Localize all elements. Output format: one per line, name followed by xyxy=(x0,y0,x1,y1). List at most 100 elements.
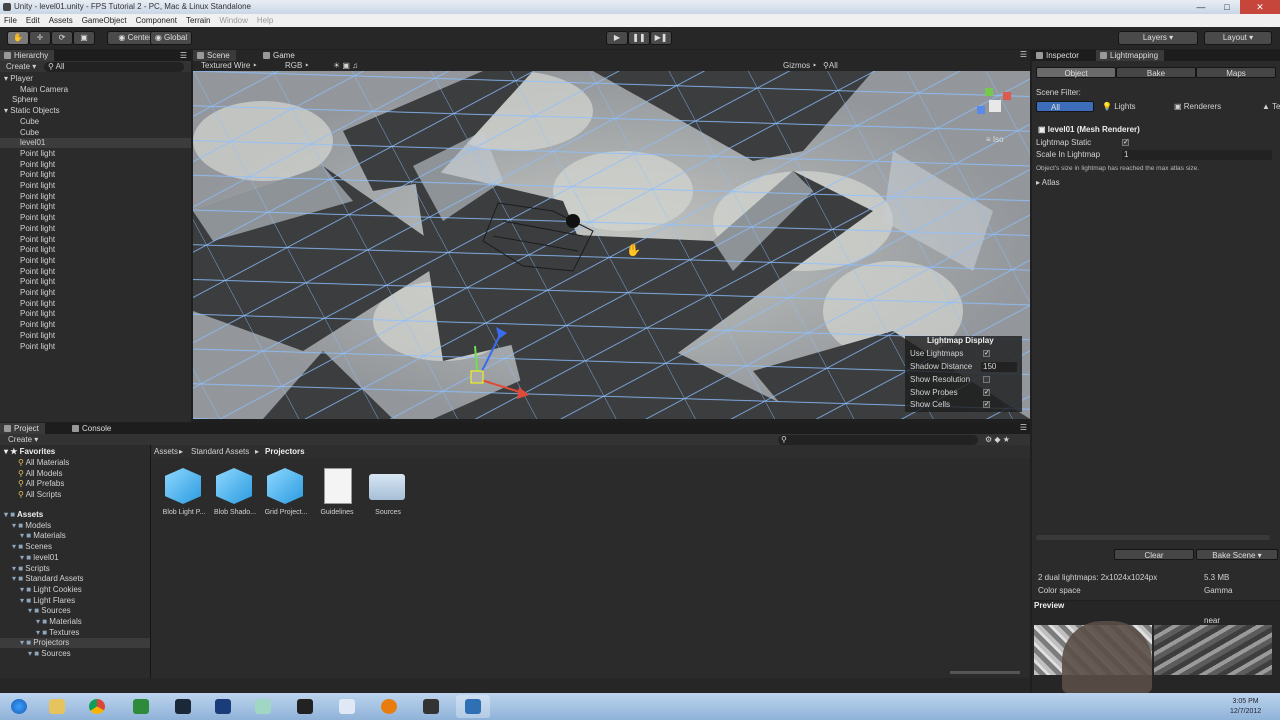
show-cells-checkbox[interactable]: ✓ xyxy=(983,401,990,408)
taskbar-blender[interactable] xyxy=(372,695,406,718)
hierarchy-item[interactable]: Cube xyxy=(0,117,191,127)
hierarchy-item[interactable]: Point light xyxy=(0,331,191,341)
asset-tile[interactable]: Blob Light P... xyxy=(159,468,209,528)
folder-tree-item[interactable]: ▾ ■ Scenes xyxy=(0,542,150,552)
lighting-toggle-icon[interactable]: ☀ ▣ ♫ xyxy=(333,61,358,71)
hierarchy-item[interactable]: Main Camera xyxy=(0,85,191,95)
hierarchy-search-input[interactable]: ⚲ All xyxy=(44,62,184,72)
filter-by-type-icon[interactable]: ⚙ ◆ ★ xyxy=(985,435,1010,445)
favorite-item[interactable]: ⚲ All Scripts xyxy=(18,490,61,500)
clear-button[interactable]: Clear xyxy=(1114,549,1194,560)
subtab-bake[interactable]: Bake xyxy=(1116,67,1196,78)
taskbar-steam[interactable] xyxy=(166,695,200,718)
folder-tree-item[interactable]: ▾ ■ Light Flares xyxy=(0,596,150,606)
tab-scene[interactable]: Scene xyxy=(193,50,236,61)
hierarchy-item[interactable]: Point light xyxy=(0,309,191,319)
scale-tool-button[interactable]: ▣ xyxy=(73,31,95,45)
taskbar-terminal[interactable] xyxy=(288,695,322,718)
favorites-header[interactable]: ▾ ★ Favorites xyxy=(4,447,55,457)
layout-dropdown[interactable]: Layout ▾ xyxy=(1204,31,1272,45)
folder-tree-item[interactable]: ▾ ■ level01 xyxy=(0,553,150,563)
filter-all-button[interactable]: All xyxy=(1036,101,1094,112)
render-mode-dropdown[interactable]: Textured Wire ‣ xyxy=(201,61,257,71)
hierarchy-item[interactable]: Point light xyxy=(0,181,191,191)
show-resolution-checkbox[interactable] xyxy=(983,376,990,383)
hierarchy-item[interactable]: Point light xyxy=(0,245,191,255)
hierarchy-item[interactable]: Point light xyxy=(0,160,191,170)
hierarchy-item[interactable]: Cube xyxy=(0,128,191,138)
tab-console[interactable]: Console xyxy=(68,423,117,434)
hierarchy-item[interactable]: Point light xyxy=(0,320,191,330)
hierarchy-create-button[interactable]: Create ▾ xyxy=(6,62,36,72)
clock[interactable]: 3:05 PM 12/7/2012 xyxy=(1230,697,1261,717)
taskbar-media[interactable] xyxy=(206,695,240,718)
breadcrumb-assets[interactable]: Assets xyxy=(154,447,178,457)
step-button[interactable]: ▶❚ xyxy=(650,31,672,45)
tab-lightmapping[interactable]: Lightmapping xyxy=(1096,50,1165,61)
scene-search-input[interactable]: ⚲All xyxy=(823,61,838,71)
hierarchy-item[interactable]: ▾ Static Objects xyxy=(0,106,191,116)
folder-tree-item[interactable]: ▾ ■ Materials xyxy=(0,617,150,627)
folder-tree-item[interactable]: ▾ ■ Projectors xyxy=(0,638,150,649)
hierarchy-item[interactable]: Point light xyxy=(0,267,191,277)
subtab-object[interactable]: Object xyxy=(1036,67,1116,78)
play-button[interactable]: ▶ xyxy=(606,31,628,45)
tab-inspector[interactable]: Inspector xyxy=(1032,50,1085,61)
menu-file[interactable]: File xyxy=(4,14,17,27)
favorite-item[interactable]: ⚲ All Models xyxy=(18,469,63,479)
menu-edit[interactable]: Edit xyxy=(26,14,40,27)
subtab-maps[interactable]: Maps xyxy=(1196,67,1276,78)
hierarchy-item[interactable]: Point light xyxy=(0,202,191,212)
minimize-button[interactable]: — xyxy=(1188,0,1214,14)
hierarchy-item[interactable]: Sphere xyxy=(0,95,191,105)
menu-terrain[interactable]: Terrain xyxy=(186,14,210,27)
tab-project[interactable]: Project xyxy=(0,423,45,434)
scene-gizmo-orientation[interactable] xyxy=(975,86,1015,126)
menu-assets[interactable]: Assets xyxy=(49,14,73,27)
tab-hierarchy[interactable]: Hierarchy xyxy=(0,50,55,61)
folder-tree-item[interactable]: ▾ ■ Textures xyxy=(0,628,150,638)
start-button[interactable] xyxy=(2,695,36,718)
menu-help[interactable]: Help xyxy=(257,14,273,27)
filter-lights-button[interactable]: 💡 Lights xyxy=(1102,102,1136,112)
show-probes-checkbox[interactable]: ✓ xyxy=(983,389,990,396)
hierarchy-item[interactable]: Point light xyxy=(0,149,191,159)
taskbar-excel[interactable] xyxy=(124,695,158,718)
folder-tree-item[interactable]: ▾ ■ Materials xyxy=(0,531,150,541)
panel-menu-icon[interactable]: ☰ xyxy=(180,51,187,61)
breadcrumb-projectors[interactable]: Projectors xyxy=(265,447,305,457)
taskbar-explorer[interactable] xyxy=(40,695,74,718)
scale-in-lightmap-field[interactable]: 1 xyxy=(1122,150,1272,160)
taskbar-unity[interactable] xyxy=(414,695,448,718)
folder-tree-item[interactable]: ▾ ■ Sources xyxy=(0,649,150,659)
menu-gameobject[interactable]: GameObject xyxy=(82,14,127,27)
player-sphere[interactable] xyxy=(566,214,580,228)
move-tool-button[interactable]: ✛ xyxy=(29,31,51,45)
menu-component[interactable]: Component xyxy=(136,14,177,27)
global-toggle[interactable]: ◉ Global xyxy=(150,31,192,45)
lightmap-static-checkbox[interactable]: ✓ xyxy=(1122,139,1129,146)
breadcrumb-standard-assets[interactable]: Standard Assets xyxy=(191,447,249,457)
favorite-item[interactable]: ⚲ All Materials xyxy=(18,458,69,468)
folder-tree-item[interactable]: ▾ ■ Models xyxy=(0,521,150,531)
asset-tile[interactable]: Grid Project... xyxy=(261,468,311,528)
filter-renderers-button[interactable]: ▣ Renderers xyxy=(1174,102,1221,112)
taskbar-app[interactable] xyxy=(246,695,280,718)
iso-toggle[interactable]: ≡ Iso xyxy=(986,135,1004,145)
taskbar-chrome[interactable] xyxy=(80,695,114,718)
scene-panel-menu-icon[interactable]: ☰ xyxy=(1020,50,1027,60)
hierarchy-item[interactable]: Point light xyxy=(0,213,191,223)
pause-button[interactable]: ❚❚ xyxy=(628,31,650,45)
project-panel-menu-icon[interactable]: ☰ xyxy=(1020,423,1027,433)
hierarchy-item[interactable]: Point light xyxy=(0,235,191,245)
hierarchy-item[interactable]: Point light xyxy=(0,256,191,266)
layers-dropdown[interactable]: Layers ▾ xyxy=(1118,31,1198,45)
hierarchy-item[interactable]: Point light xyxy=(0,288,191,298)
folder-tree-item[interactable]: ▾ ■ Standard Assets xyxy=(0,574,150,584)
folder-tree-item[interactable]: ▾ ■ Sources xyxy=(0,606,150,616)
asset-tile[interactable]: Sources xyxy=(363,468,413,528)
hand-tool-button[interactable]: ✋ xyxy=(7,31,29,45)
rotate-tool-button[interactable]: ⟳ xyxy=(51,31,73,45)
folder-tree-item[interactable]: ▾ ■ Light Cookies xyxy=(0,585,150,595)
hierarchy-item[interactable]: Point light xyxy=(0,299,191,309)
